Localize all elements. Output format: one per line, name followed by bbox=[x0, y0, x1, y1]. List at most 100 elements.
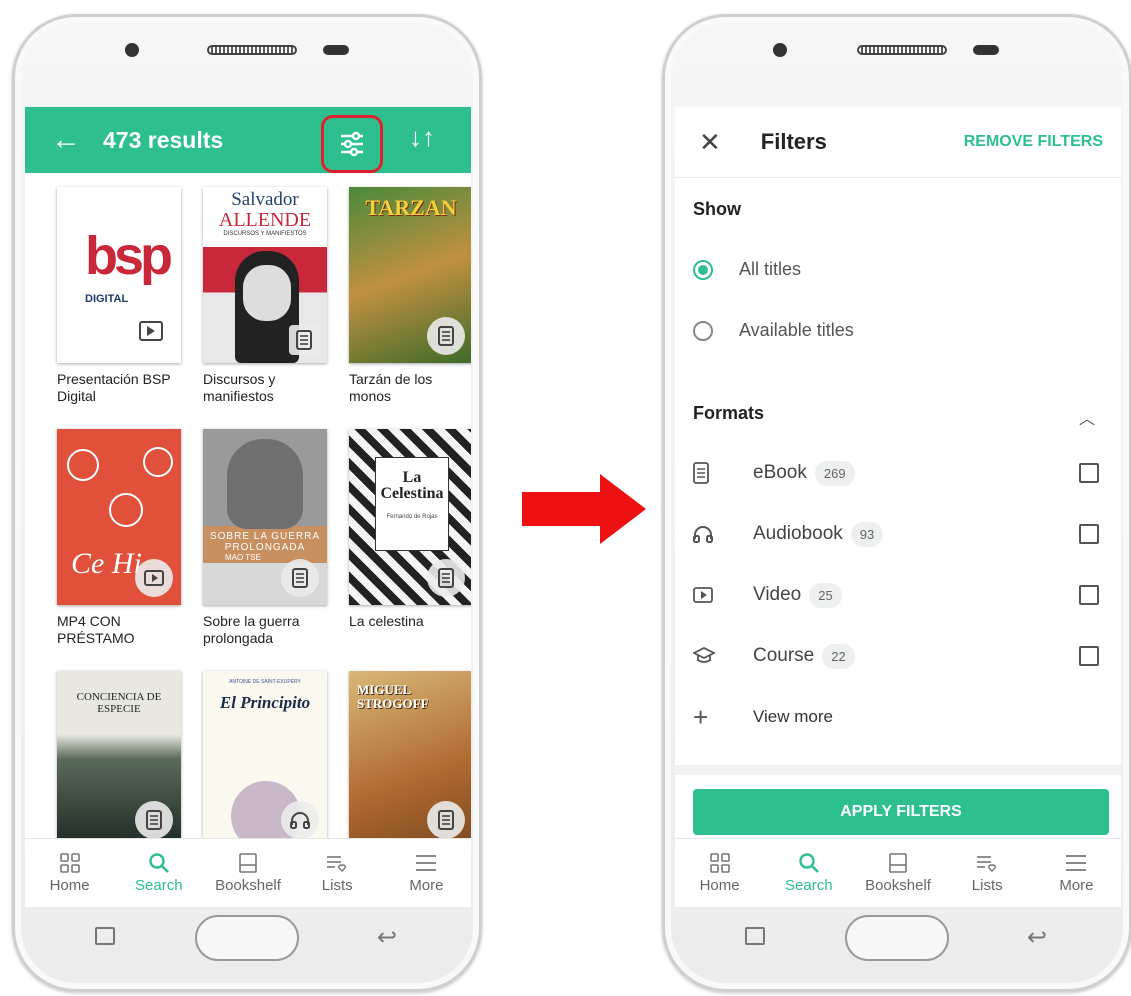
tab-label: Search bbox=[135, 877, 183, 894]
tab-more[interactable]: More bbox=[1032, 839, 1121, 907]
back-button-icon[interactable]: ↩ bbox=[1027, 923, 1047, 952]
ornament bbox=[67, 449, 99, 481]
tab-home[interactable]: Home bbox=[25, 839, 114, 907]
formats-section-title: Formats bbox=[693, 403, 765, 423]
ebook-icon bbox=[438, 568, 454, 588]
cover-sub2: DISCURSOS Y MANIFIESTOS bbox=[223, 231, 307, 237]
grid-icon bbox=[709, 853, 730, 873]
ebook-icon bbox=[296, 330, 312, 350]
apply-filters-button[interactable]: APPLY FILTERS bbox=[693, 789, 1109, 835]
format-checkbox[interactable] bbox=[1079, 585, 1099, 605]
back-button-icon[interactable]: ↩ bbox=[377, 923, 397, 952]
cover-text: El Principito bbox=[219, 693, 311, 712]
tab-bookshelf[interactable]: Bookshelf bbox=[853, 839, 942, 907]
book-cover: MIGUEL STROGOFF bbox=[349, 671, 471, 847]
show-section-title: Show bbox=[693, 199, 741, 219]
format-ebook[interactable]: eBook 269 bbox=[693, 453, 1107, 493]
tab-bookshelf[interactable]: Bookshelf bbox=[203, 839, 292, 907]
phone-left: ← 473 results ↓↑ bsp DIGITAL Presentació… bbox=[12, 14, 482, 992]
book-item[interactable]: bsp DIGITAL Presentación BSP Digital bbox=[57, 187, 181, 405]
cover-sub: ANTOINE DE SAINT-EXUPÉRY bbox=[229, 679, 301, 685]
book-cover: SOBRE LA GUERRA PROLONGADA MAO TSE bbox=[203, 429, 327, 605]
close-icon[interactable]: ✕ bbox=[699, 127, 721, 158]
view-more-button[interactable]: + View more bbox=[693, 697, 1107, 737]
sensor bbox=[973, 45, 999, 55]
tab-home[interactable]: Home bbox=[675, 839, 764, 907]
format-audiobook[interactable]: Audiobook 93 bbox=[693, 514, 1107, 554]
view-more-label: View more bbox=[753, 707, 833, 726]
results-count: 473 results bbox=[103, 126, 224, 153]
book-item[interactable]: Salvador ALLENDE DISCURSOS Y MANIFIESTOS… bbox=[203, 187, 327, 405]
format-course[interactable]: Course 22 bbox=[693, 636, 1107, 676]
book-item[interactable]: La Celestina Fernando de Rojas La celest… bbox=[349, 429, 471, 630]
speaker bbox=[207, 45, 297, 55]
book-cover: Salvador ALLENDE DISCURSOS Y MANIFIESTOS bbox=[203, 187, 327, 363]
tab-lists[interactable]: Lists bbox=[943, 839, 1032, 907]
graduation-cap-icon bbox=[693, 647, 715, 663]
headphones-icon bbox=[693, 526, 713, 543]
back-arrow-icon[interactable]: ← bbox=[51, 123, 81, 157]
sort-icon[interactable]: ↓↑ bbox=[409, 122, 435, 153]
chevron-up-icon[interactable]: ︿ bbox=[1079, 405, 1095, 429]
video-icon bbox=[144, 570, 164, 586]
cover-sub: Fernando de Rojas bbox=[386, 514, 438, 520]
lists-icon bbox=[977, 856, 997, 872]
audiobook-badge bbox=[281, 801, 319, 839]
book-item[interactable]: Ce Hi MP4 CON PRÉSTAMO bbox=[57, 429, 181, 647]
radio-button[interactable] bbox=[693, 259, 713, 280]
home-button[interactable] bbox=[195, 915, 299, 961]
filters-screen: ✕ Filters REMOVE FILTERS Show All titles… bbox=[675, 107, 1121, 907]
format-video[interactable]: Video 25 bbox=[693, 575, 1107, 615]
radio-button[interactable] bbox=[693, 320, 713, 341]
ornament bbox=[143, 447, 173, 477]
results-topbar: ← 473 results ↓↑ bbox=[25, 107, 471, 173]
search-results-screen: ← 473 results ↓↑ bsp DIGITAL Presentació… bbox=[25, 107, 471, 907]
format-count: 22 bbox=[822, 643, 855, 669]
remove-filters-button[interactable]: REMOVE FILTERS bbox=[964, 133, 1103, 151]
transition-arrow-icon bbox=[522, 474, 646, 544]
cover-text: TARZAN bbox=[365, 195, 457, 220]
tab-more[interactable]: More bbox=[382, 839, 471, 907]
speaker bbox=[857, 45, 947, 55]
format-checkbox[interactable] bbox=[1079, 646, 1099, 666]
book-item[interactable]: CONCIENCIA DE ESPECIE bbox=[57, 671, 181, 855]
home-button[interactable] bbox=[845, 915, 949, 961]
tab-lists[interactable]: Lists bbox=[293, 839, 382, 907]
ebook-badge bbox=[281, 559, 319, 597]
radio-available-titles[interactable]: Available titles bbox=[693, 320, 854, 341]
book-cover: bsp DIGITAL bbox=[57, 187, 181, 363]
book-cover: La Celestina Fernando de Rojas bbox=[349, 429, 471, 605]
recent-apps-button[interactable] bbox=[95, 927, 115, 945]
recent-apps-button[interactable] bbox=[745, 927, 765, 945]
book-cover: Ce Hi bbox=[57, 429, 181, 605]
format-label: eBook bbox=[753, 462, 807, 483]
book-item[interactable]: SOBRE LA GUERRA PROLONGADA MAO TSE Sobre… bbox=[203, 429, 327, 647]
format-label: Audiobook bbox=[753, 523, 843, 544]
tab-label: Lists bbox=[321, 877, 353, 894]
ebook-icon bbox=[693, 462, 709, 484]
ebook-icon bbox=[438, 810, 454, 830]
cover-text: Salvador bbox=[231, 189, 299, 210]
tab-search[interactable]: Search bbox=[764, 839, 853, 907]
filter-button[interactable] bbox=[321, 115, 383, 173]
book-item[interactable]: ANTOINE DE SAINT-EXUPÉRY El Principito bbox=[203, 671, 327, 855]
plus-icon: + bbox=[693, 701, 709, 732]
book-item[interactable]: TARZAN Tarzán de los monos bbox=[349, 187, 471, 405]
book-title: La celestina bbox=[349, 613, 424, 629]
cover-sub: ALLENDE bbox=[218, 209, 312, 231]
cover-text: CONCIENCIA DE ESPECIE bbox=[76, 691, 162, 715]
tab-search[interactable]: Search bbox=[114, 839, 203, 907]
tab-label: Lists bbox=[971, 877, 1003, 894]
book-item[interactable]: MIGUEL STROGOFF bbox=[349, 671, 471, 855]
format-checkbox[interactable] bbox=[1079, 463, 1099, 483]
hardware-buttons: ↩ bbox=[15, 909, 479, 969]
book-title: Presentación BSP Digital bbox=[57, 371, 171, 404]
filters-header: ✕ Filters REMOVE FILTERS bbox=[675, 107, 1121, 178]
cover-sub: DIGITAL bbox=[85, 293, 129, 305]
format-checkbox[interactable] bbox=[1079, 524, 1099, 544]
format-count: 93 bbox=[850, 521, 884, 547]
sensor bbox=[323, 45, 349, 55]
radio-all-titles[interactable]: All titles bbox=[693, 259, 801, 280]
book-title: Discursos y manifiestos bbox=[203, 371, 276, 404]
tab-label: Bookshelf bbox=[865, 877, 931, 894]
